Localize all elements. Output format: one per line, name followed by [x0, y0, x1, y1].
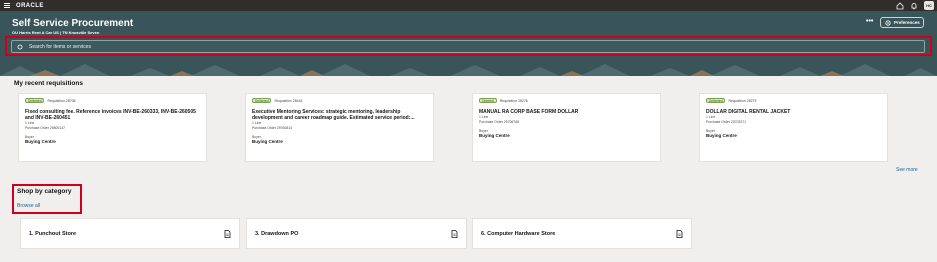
- purchase-order: Purchase Order 29706768: [479, 119, 519, 124]
- page-title: Self Service Procurement: [12, 18, 134, 29]
- requisition-number: Requisition 28276: [499, 98, 528, 103]
- requisition-title[interactable]: Executive Mentoring Services: strategic …: [252, 109, 427, 121]
- bell-icon[interactable]: [910, 2, 918, 10]
- see-more-link[interactable]: See more: [896, 167, 918, 173]
- more-actions-button[interactable]: •••: [866, 18, 873, 25]
- buyer-name: Buying Centre: [479, 133, 510, 138]
- document-icon: [676, 229, 683, 238]
- buyer-name: Buying Centre: [252, 139, 283, 144]
- browse-all-link[interactable]: Browse all: [17, 203, 40, 209]
- oracle-logo[interactable]: ORACLE: [16, 3, 44, 9]
- shop-by-category-title: Shop by category: [17, 188, 72, 195]
- category-label: 6. Computer Hardware Store: [481, 230, 556, 237]
- page-subtitle: OU Harris Rent A Car US | TN Knoxville S…: [12, 30, 100, 35]
- user-avatar[interactable]: HC: [924, 1, 934, 10]
- preferences-label: Preferences: [894, 20, 920, 25]
- category-card-punchout[interactable]: 1. Punchout Store: [20, 218, 240, 249]
- requisition-number: Requisition 28444: [274, 98, 303, 103]
- requisition-card[interactable]: Delivered Requisition 28444 Executive Me…: [245, 93, 434, 162]
- home-icon[interactable]: [896, 1, 904, 10]
- requisition-card[interactable]: Ordered Requisition 28276 MANUAL RA CORP…: [472, 93, 661, 162]
- document-icon: [451, 229, 458, 238]
- search-highlight-box: [5, 36, 932, 56]
- buyer-name: Buying Centre: [25, 139, 56, 144]
- status-badge: Delivered: [252, 98, 272, 103]
- recent-requisitions-title: My recent requisitions: [14, 80, 83, 87]
- preferences-button[interactable]: Preferences: [880, 17, 924, 28]
- purchase-order: Purchase Order 29703371: [706, 119, 746, 124]
- requisition-number: Requisition 28275: [728, 98, 757, 103]
- status-badge: Delivered: [25, 98, 45, 103]
- category-card-drawdown[interactable]: 3. Drawdown PO: [246, 218, 467, 249]
- purchase-order: Purchase Order 29800147: [25, 125, 65, 130]
- banner-pattern: [0, 64, 937, 76]
- purchase-order: Purchase Order 29760814: [252, 125, 292, 130]
- requisition-card[interactable]: Delivered Requisition 28708 Fixed consul…: [18, 93, 207, 162]
- status-badge: Delivered: [706, 98, 726, 103]
- requisition-title[interactable]: Fixed consulting fee. Reference invoices…: [25, 109, 200, 121]
- document-icon: [224, 229, 231, 238]
- global-header: ORACLE HC: [0, 0, 937, 11]
- status-badge: Ordered: [479, 98, 497, 103]
- requisition-card[interactable]: Delivered Requisition 28275 DOLLAR DIGIT…: [699, 93, 888, 162]
- requisition-number: Requisition 28708: [47, 98, 76, 103]
- gear-icon: [885, 19, 891, 26]
- category-card-computer-hardware[interactable]: 6. Computer Hardware Store: [472, 218, 692, 249]
- menu-icon[interactable]: [4, 3, 10, 8]
- category-label: 1. Punchout Store: [29, 230, 77, 237]
- buyer-name: Buying Centre: [706, 133, 737, 138]
- category-label: 3. Drawdown PO: [255, 230, 299, 237]
